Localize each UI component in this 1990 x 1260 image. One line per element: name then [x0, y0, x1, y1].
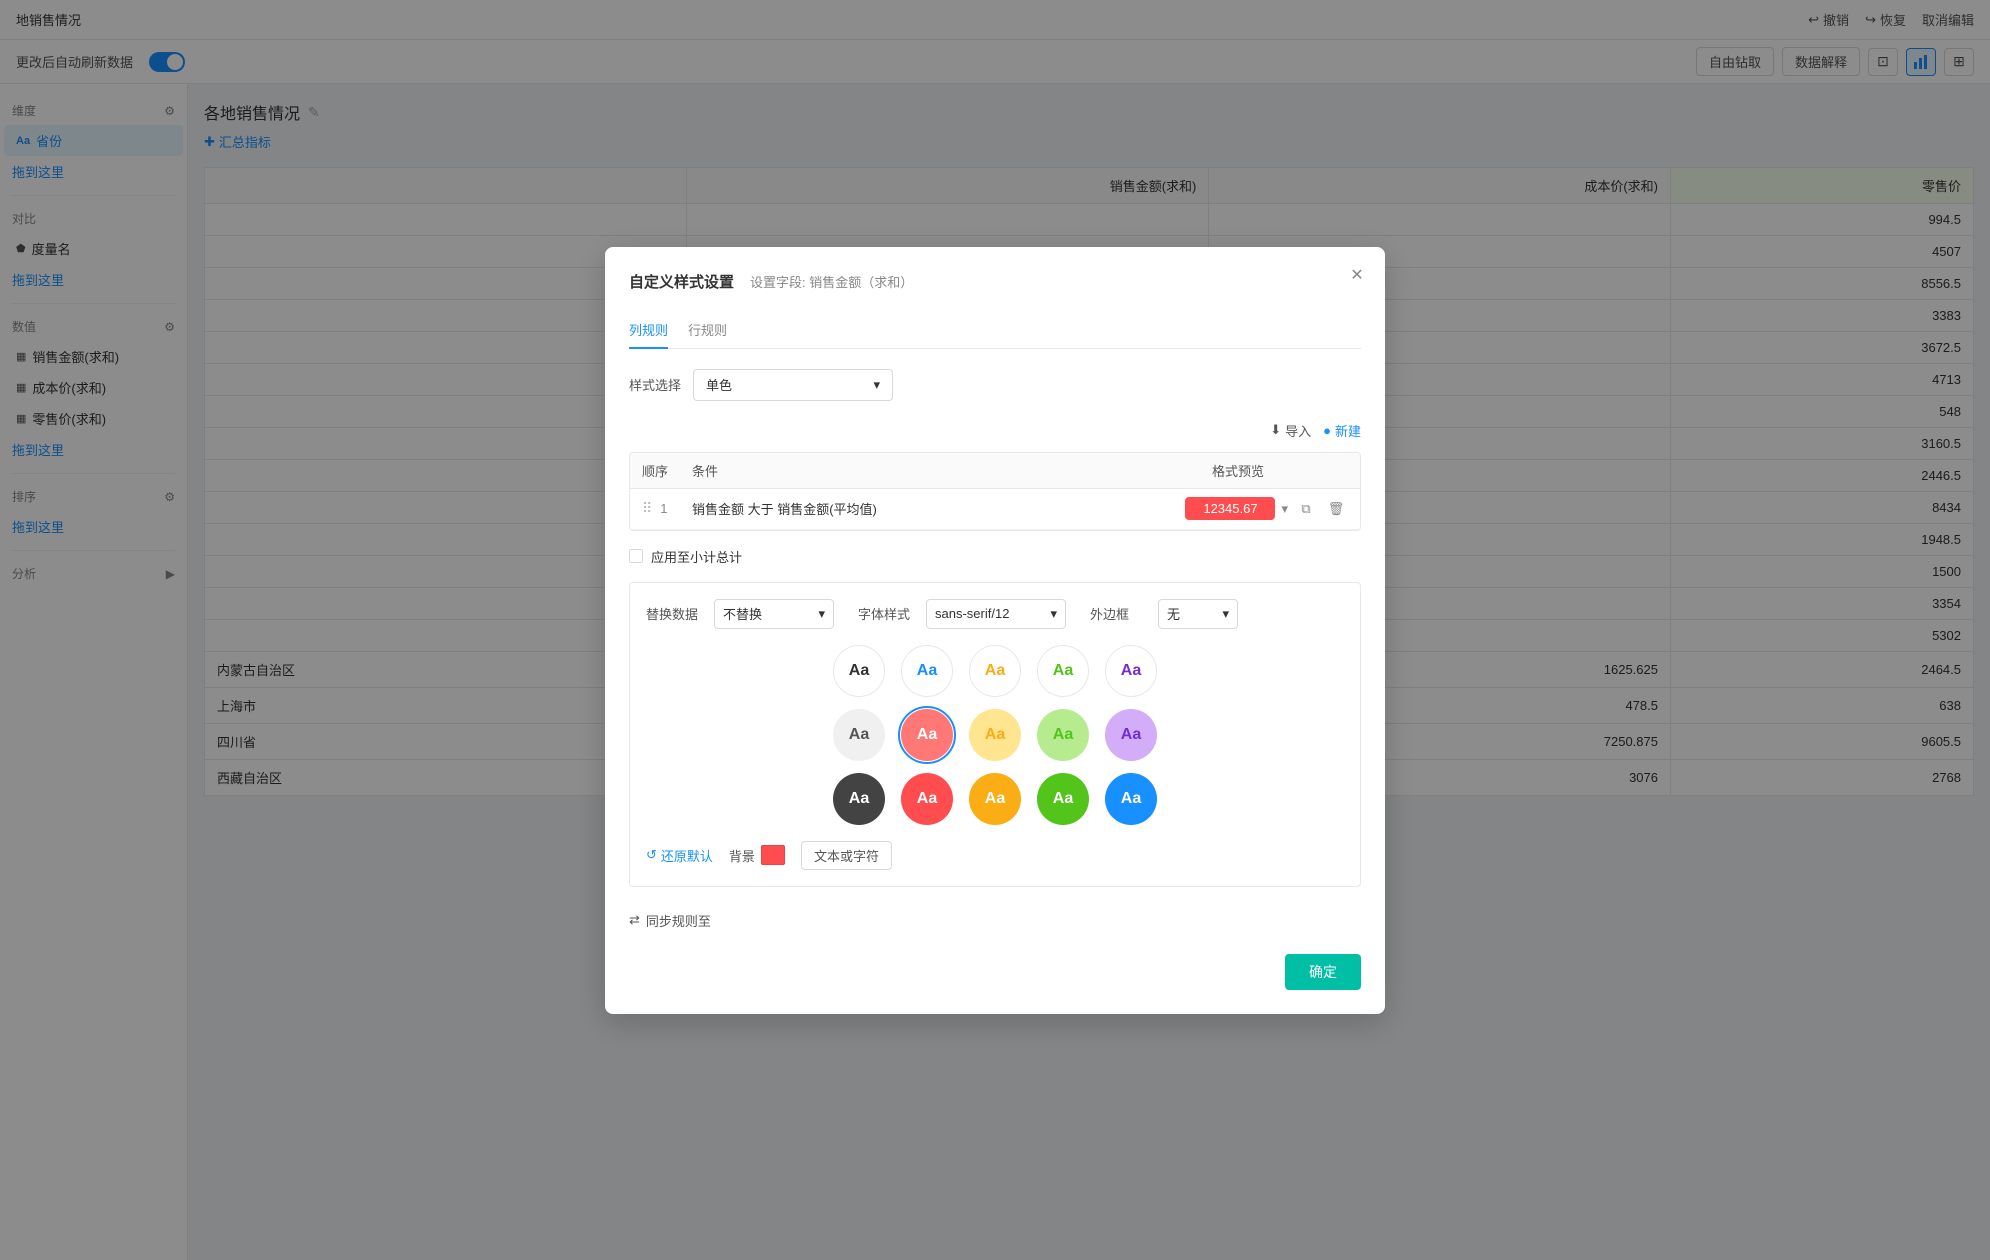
condition-num: 1	[660, 501, 667, 516]
apply-subtotal-checkbox[interactable]	[629, 549, 643, 563]
font-style-label: 字体样式	[858, 604, 918, 623]
confirm-button[interactable]: 确定	[1285, 954, 1361, 990]
modal-close-button[interactable]: ✕	[1345, 263, 1369, 287]
color-swatch-0-3[interactable]: Aa	[1037, 645, 1089, 697]
chevron-down-icon-border: ▾	[1222, 606, 1229, 622]
chevron-down-icon: ▾	[873, 377, 880, 393]
bg-label: 背景	[729, 846, 755, 865]
dropdown-arrow-icon[interactable]: ▾	[1281, 501, 1288, 517]
style-settings-modal: 自定义样式设置 设置字段: 销售金额（求和） ✕ 列规则 行规则 样式选择 单色…	[605, 247, 1385, 1014]
sync-rule-row[interactable]: ⇄ 同步规则至	[629, 903, 1361, 938]
condition-order-cell: ⠿ 1	[630, 492, 680, 525]
color-swatch-1-3[interactable]: Aa	[1037, 709, 1089, 761]
color-row-2: Aa Aa Aa Aa Aa	[646, 773, 1344, 825]
condition-table-header: 顺序 条件 格式预览	[630, 453, 1360, 489]
color-swatch-1-0[interactable]: Aa	[833, 709, 885, 761]
font-style-group: 字体样式 sans-serif/12 ▾	[858, 599, 1066, 629]
style-select-label: 样式选择	[629, 375, 681, 394]
modal-tabs: 列规则 行规则	[629, 312, 1361, 349]
color-swatch-0-0[interactable]: Aa	[833, 645, 885, 697]
sync-icon: ⇄	[629, 912, 640, 928]
header-order: 顺序	[630, 453, 680, 488]
header-condition: 条件	[680, 453, 1200, 488]
new-rule-button[interactable]: ● 新建	[1323, 421, 1361, 440]
sub-panel-bottom: ↺ 还原默认 背景 文本或字符	[646, 841, 1344, 870]
modal-title: 自定义样式设置	[629, 271, 734, 292]
format-preview-badge: 12345.67	[1185, 497, 1275, 520]
color-swatch-2-0[interactable]: Aa	[833, 773, 885, 825]
color-swatch-0-1[interactable]: Aa	[901, 645, 953, 697]
sub-panel-selects-row: 替换数据 不替换 ▾ 字体样式 sans-serif/12 ▾ 外边框	[646, 599, 1344, 629]
apply-subtotal-row: 应用至小计总计	[629, 547, 1361, 566]
chevron-down-icon-replace: ▾	[818, 606, 825, 622]
restore-icon: ↺	[646, 847, 657, 863]
condition-table: 顺序 条件 格式预览 ⠿ 1 销售金额 大于 销售金额(平均值) 12345.6…	[629, 452, 1361, 531]
color-swatch-0-4[interactable]: Aa	[1105, 645, 1157, 697]
color-row-0: Aa Aa Aa Aa Aa	[646, 645, 1344, 697]
import-button[interactable]: ⬇ 导入	[1270, 421, 1311, 440]
apply-subtotal-label: 应用至小计总计	[651, 547, 742, 566]
replace-data-label: 替换数据	[646, 604, 706, 623]
replace-data-group: 替换数据 不替换 ▾	[646, 599, 834, 629]
style-select-row: 样式选择 单色 ▾	[629, 369, 1361, 401]
chevron-down-icon-font: ▾	[1050, 606, 1057, 622]
style-select-dropdown[interactable]: 单色 ▾	[693, 369, 893, 401]
tab-row-rule[interactable]: 行规则	[688, 312, 727, 349]
condition-row-1: ⠿ 1 销售金额 大于 销售金额(平均值) 12345.67 ▾ ⧉ 🗑	[630, 489, 1360, 530]
format-preview-actions: ▾ ⧉ 🗑	[1281, 497, 1348, 521]
condition-preview-cell: 12345.67 ▾ ⧉ 🗑	[1200, 489, 1360, 529]
color-swatch-2-4[interactable]: Aa	[1105, 773, 1157, 825]
condition-text-cell: 销售金额 大于 销售金额(平均值)	[680, 491, 1200, 526]
copy-icon[interactable]: ⧉	[1294, 497, 1318, 521]
modal-toolbar: ⬇ 导入 ● 新建	[629, 421, 1361, 440]
border-group: 外边框 无 ▾	[1090, 599, 1238, 629]
border-label: 外边框	[1090, 604, 1150, 623]
modal-subtitle: 设置字段: 销售金额（求和）	[750, 272, 913, 291]
delete-icon[interactable]: 🗑	[1324, 497, 1348, 521]
color-grid: Aa Aa Aa Aa Aa Aa Aa Aa Aa Aa Aa Aa Aa Aa Aa	[646, 645, 1344, 825]
color-row-1: Aa Aa Aa Aa Aa	[646, 709, 1344, 761]
color-swatch-1-2[interactable]: Aa	[969, 709, 1021, 761]
text-char-button[interactable]: 文本或字符	[801, 841, 892, 870]
modal-header: 自定义样式设置 设置字段: 销售金额（求和） ✕	[629, 271, 1361, 292]
font-style-select[interactable]: sans-serif/12 ▾	[926, 599, 1066, 629]
border-select[interactable]: 无 ▾	[1158, 599, 1238, 629]
color-swatch-1-1[interactable]: Aa	[901, 709, 953, 761]
color-swatch-1-4[interactable]: Aa	[1105, 709, 1157, 761]
sub-panel: 替换数据 不替换 ▾ 字体样式 sans-serif/12 ▾ 外边框	[629, 582, 1361, 887]
modal-footer: 确定	[629, 954, 1361, 990]
plus-icon: ●	[1323, 423, 1331, 438]
restore-default-button[interactable]: ↺ 还原默认	[646, 846, 713, 865]
import-icon: ⬇	[1270, 422, 1281, 438]
sync-rule-label: 同步规则至	[646, 911, 711, 930]
bg-color-group: 背景	[729, 845, 785, 865]
replace-data-select[interactable]: 不替换 ▾	[714, 599, 834, 629]
header-preview: 格式预览	[1200, 453, 1360, 488]
color-swatch-2-3[interactable]: Aa	[1037, 773, 1089, 825]
modal-overlay: 自定义样式设置 设置字段: 销售金额（求和） ✕ 列规则 行规则 样式选择 单色…	[0, 0, 1990, 1260]
color-swatch-0-2[interactable]: Aa	[969, 645, 1021, 697]
color-swatch-2-1[interactable]: Aa	[901, 773, 953, 825]
tab-col-rule[interactable]: 列规则	[629, 312, 668, 349]
color-swatch-2-2[interactable]: Aa	[969, 773, 1021, 825]
bg-color-picker[interactable]	[761, 845, 785, 865]
drag-handle-icon[interactable]: ⠿	[642, 500, 652, 517]
